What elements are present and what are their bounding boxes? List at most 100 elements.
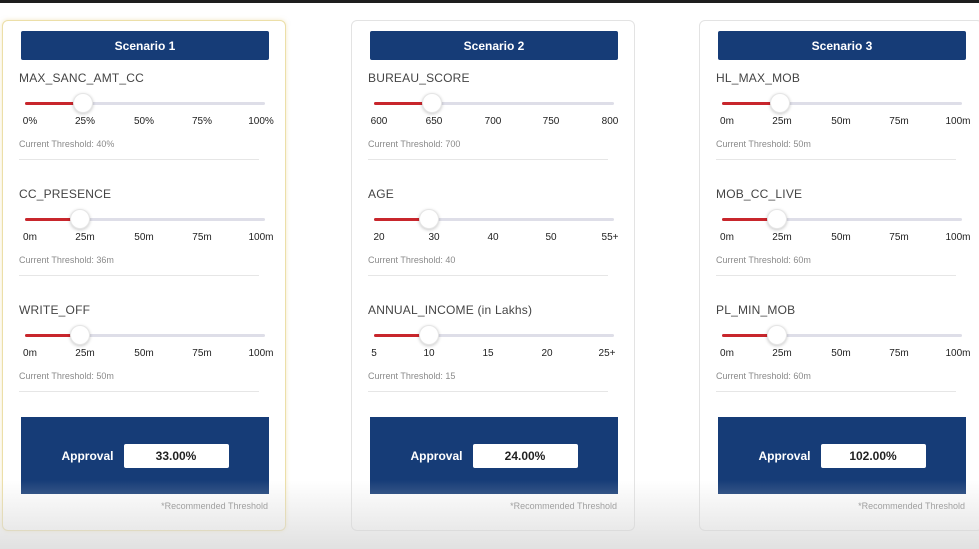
slider-thumb[interactable] <box>70 325 91 345</box>
slider-thumb[interactable] <box>769 93 790 113</box>
scenario-card-2: Scenario 2 BUREAU_SCORE 600 650 700 750 … <box>351 20 635 531</box>
divider <box>19 275 259 276</box>
tick-label: 20 <box>541 348 553 359</box>
tick-label: 0m <box>720 232 734 243</box>
tick-label: 750 <box>542 116 560 127</box>
approval-label: Approval <box>61 448 114 463</box>
param-title: ANNUAL_INCOME (in Lakhs) <box>368 303 533 317</box>
divider <box>716 391 956 392</box>
scenario-header: Scenario 3 <box>718 31 966 60</box>
divider <box>368 391 608 392</box>
tick-label: 25m <box>75 348 95 359</box>
slider-track[interactable] <box>722 102 962 105</box>
slider-ticks: 600 650 700 750 800 <box>352 116 636 130</box>
slider-ticks: 0% 25% 50% 75% 100% <box>3 116 287 130</box>
current-threshold: Current Threshold: 700 <box>368 139 461 149</box>
scenario-header: Scenario 1 <box>21 31 269 60</box>
current-threshold: Current Threshold: 15 <box>368 371 456 381</box>
scenario-header: Scenario 2 <box>370 31 618 60</box>
divider <box>19 391 259 392</box>
param-title: AGE <box>368 187 394 201</box>
param-slider-write-off: WRITE_OFF 0m 25m 50m 75m 100m Current Th… <box>3 303 287 413</box>
slider-track[interactable] <box>722 218 962 221</box>
slider-ticks: 0m 25m 50m 75m 100m <box>3 232 287 246</box>
divider <box>368 275 608 276</box>
slider-thumb[interactable] <box>419 325 440 345</box>
slider-track[interactable] <box>374 334 614 337</box>
slider-ticks: 20 30 40 50 55+ <box>352 232 636 246</box>
tick-label: 25m <box>772 116 792 127</box>
slider-thumb[interactable] <box>767 209 788 229</box>
param-slider-pl-min-mob: PL_MIN_MOB 0m 25m 50m 75m 100m Current T… <box>700 303 979 413</box>
approval-box: Approval 24.00% <box>370 417 618 494</box>
tick-label: 100% <box>248 116 274 127</box>
approval-box: Approval 102.00% <box>718 417 966 494</box>
slider-thumb[interactable] <box>70 209 91 229</box>
divider <box>368 159 608 160</box>
divider <box>716 275 956 276</box>
tick-label: 50m <box>831 232 851 243</box>
slider-track[interactable] <box>374 218 614 221</box>
tick-label: 75% <box>191 116 213 127</box>
tick-label: 50% <box>133 116 155 127</box>
slider-track[interactable] <box>374 102 614 105</box>
approval-label: Approval <box>410 448 463 463</box>
slider-ticks: 0m 25m 50m 75m 100m <box>3 348 287 362</box>
tick-label: 100m <box>248 348 274 359</box>
recommended-threshold-note: *Recommended Threshold <box>510 501 617 511</box>
param-slider-mob-cc-live: MOB_CC_LIVE 0m 25m 50m 75m 100m Current … <box>700 187 979 297</box>
tick-label: 800 <box>601 116 619 127</box>
tick-label: 75m <box>192 232 212 243</box>
slider-thumb[interactable] <box>421 93 442 113</box>
param-title: BUREAU_SCORE <box>368 71 470 85</box>
tick-label: 25m <box>772 232 792 243</box>
tick-label: 75m <box>192 348 212 359</box>
tick-label: 75m <box>889 116 909 127</box>
param-slider-bureau-score: BUREAU_SCORE 600 650 700 750 800 Current… <box>352 71 636 181</box>
slider-ticks: 0m 25m 50m 75m 100m <box>700 232 979 246</box>
tick-label: 100m <box>248 232 274 243</box>
tick-label: 50 <box>545 232 557 243</box>
tick-label: 600 <box>370 116 388 127</box>
tick-label: 75m <box>889 348 909 359</box>
slider-ticks: 5 10 15 20 25+ <box>352 348 636 362</box>
tick-label: 25m <box>772 348 792 359</box>
tick-label: 0% <box>22 116 38 127</box>
recommended-threshold-note: *Recommended Threshold <box>161 501 268 511</box>
tick-label: 5 <box>371 348 377 359</box>
tick-label: 100m <box>945 116 971 127</box>
tick-label: 0m <box>23 348 37 359</box>
tick-label: 50m <box>831 348 851 359</box>
slider-track[interactable] <box>25 218 265 221</box>
param-slider-max-sanc-amt-cc: MAX_SANC_AMT_CC 0% 25% 50% 75% 100% Curr… <box>3 71 287 181</box>
current-threshold: Current Threshold: 50m <box>716 139 811 149</box>
current-threshold: Current Threshold: 40% <box>19 139 115 149</box>
param-slider-age: AGE 20 30 40 50 55+ Current Threshold: 4… <box>352 187 636 297</box>
param-title: MOB_CC_LIVE <box>716 187 803 201</box>
scenario-card-3: Scenario 3 HL_MAX_MOB 0m 25m 50m 75m 100… <box>699 20 979 531</box>
tick-label: 0m <box>720 348 734 359</box>
slider-track[interactable] <box>722 334 962 337</box>
tick-label: 50m <box>134 232 154 243</box>
tick-label: 30 <box>428 232 440 243</box>
current-threshold: Current Threshold: 60m <box>716 371 811 381</box>
slider-thumb[interactable] <box>767 325 788 345</box>
tick-label: 0m <box>720 116 734 127</box>
recommended-threshold-note: *Recommended Threshold <box>858 501 965 511</box>
slider-thumb[interactable] <box>72 93 93 113</box>
param-slider-hl-max-mob: HL_MAX_MOB 0m 25m 50m 75m 100m Current T… <box>700 71 979 181</box>
current-threshold: Current Threshold: 36m <box>19 255 114 265</box>
current-threshold: Current Threshold: 50m <box>19 371 114 381</box>
slider-ticks: 0m 25m 50m 75m 100m <box>700 348 979 362</box>
param-slider-cc-presence: CC_PRESENCE 0m 25m 50m 75m 100m Current … <box>3 187 287 297</box>
divider <box>19 159 259 160</box>
slider-track[interactable] <box>25 102 265 105</box>
tick-label: 100m <box>945 232 971 243</box>
tick-label: 20 <box>373 232 385 243</box>
param-slider-annual-income: ANNUAL_INCOME (in Lakhs) 5 10 15 20 25+ … <box>352 303 636 413</box>
top-bar <box>0 0 979 3</box>
tick-label: 700 <box>484 116 502 127</box>
slider-thumb[interactable] <box>419 209 440 229</box>
slider-track[interactable] <box>25 334 265 337</box>
tick-label: 15 <box>482 348 494 359</box>
